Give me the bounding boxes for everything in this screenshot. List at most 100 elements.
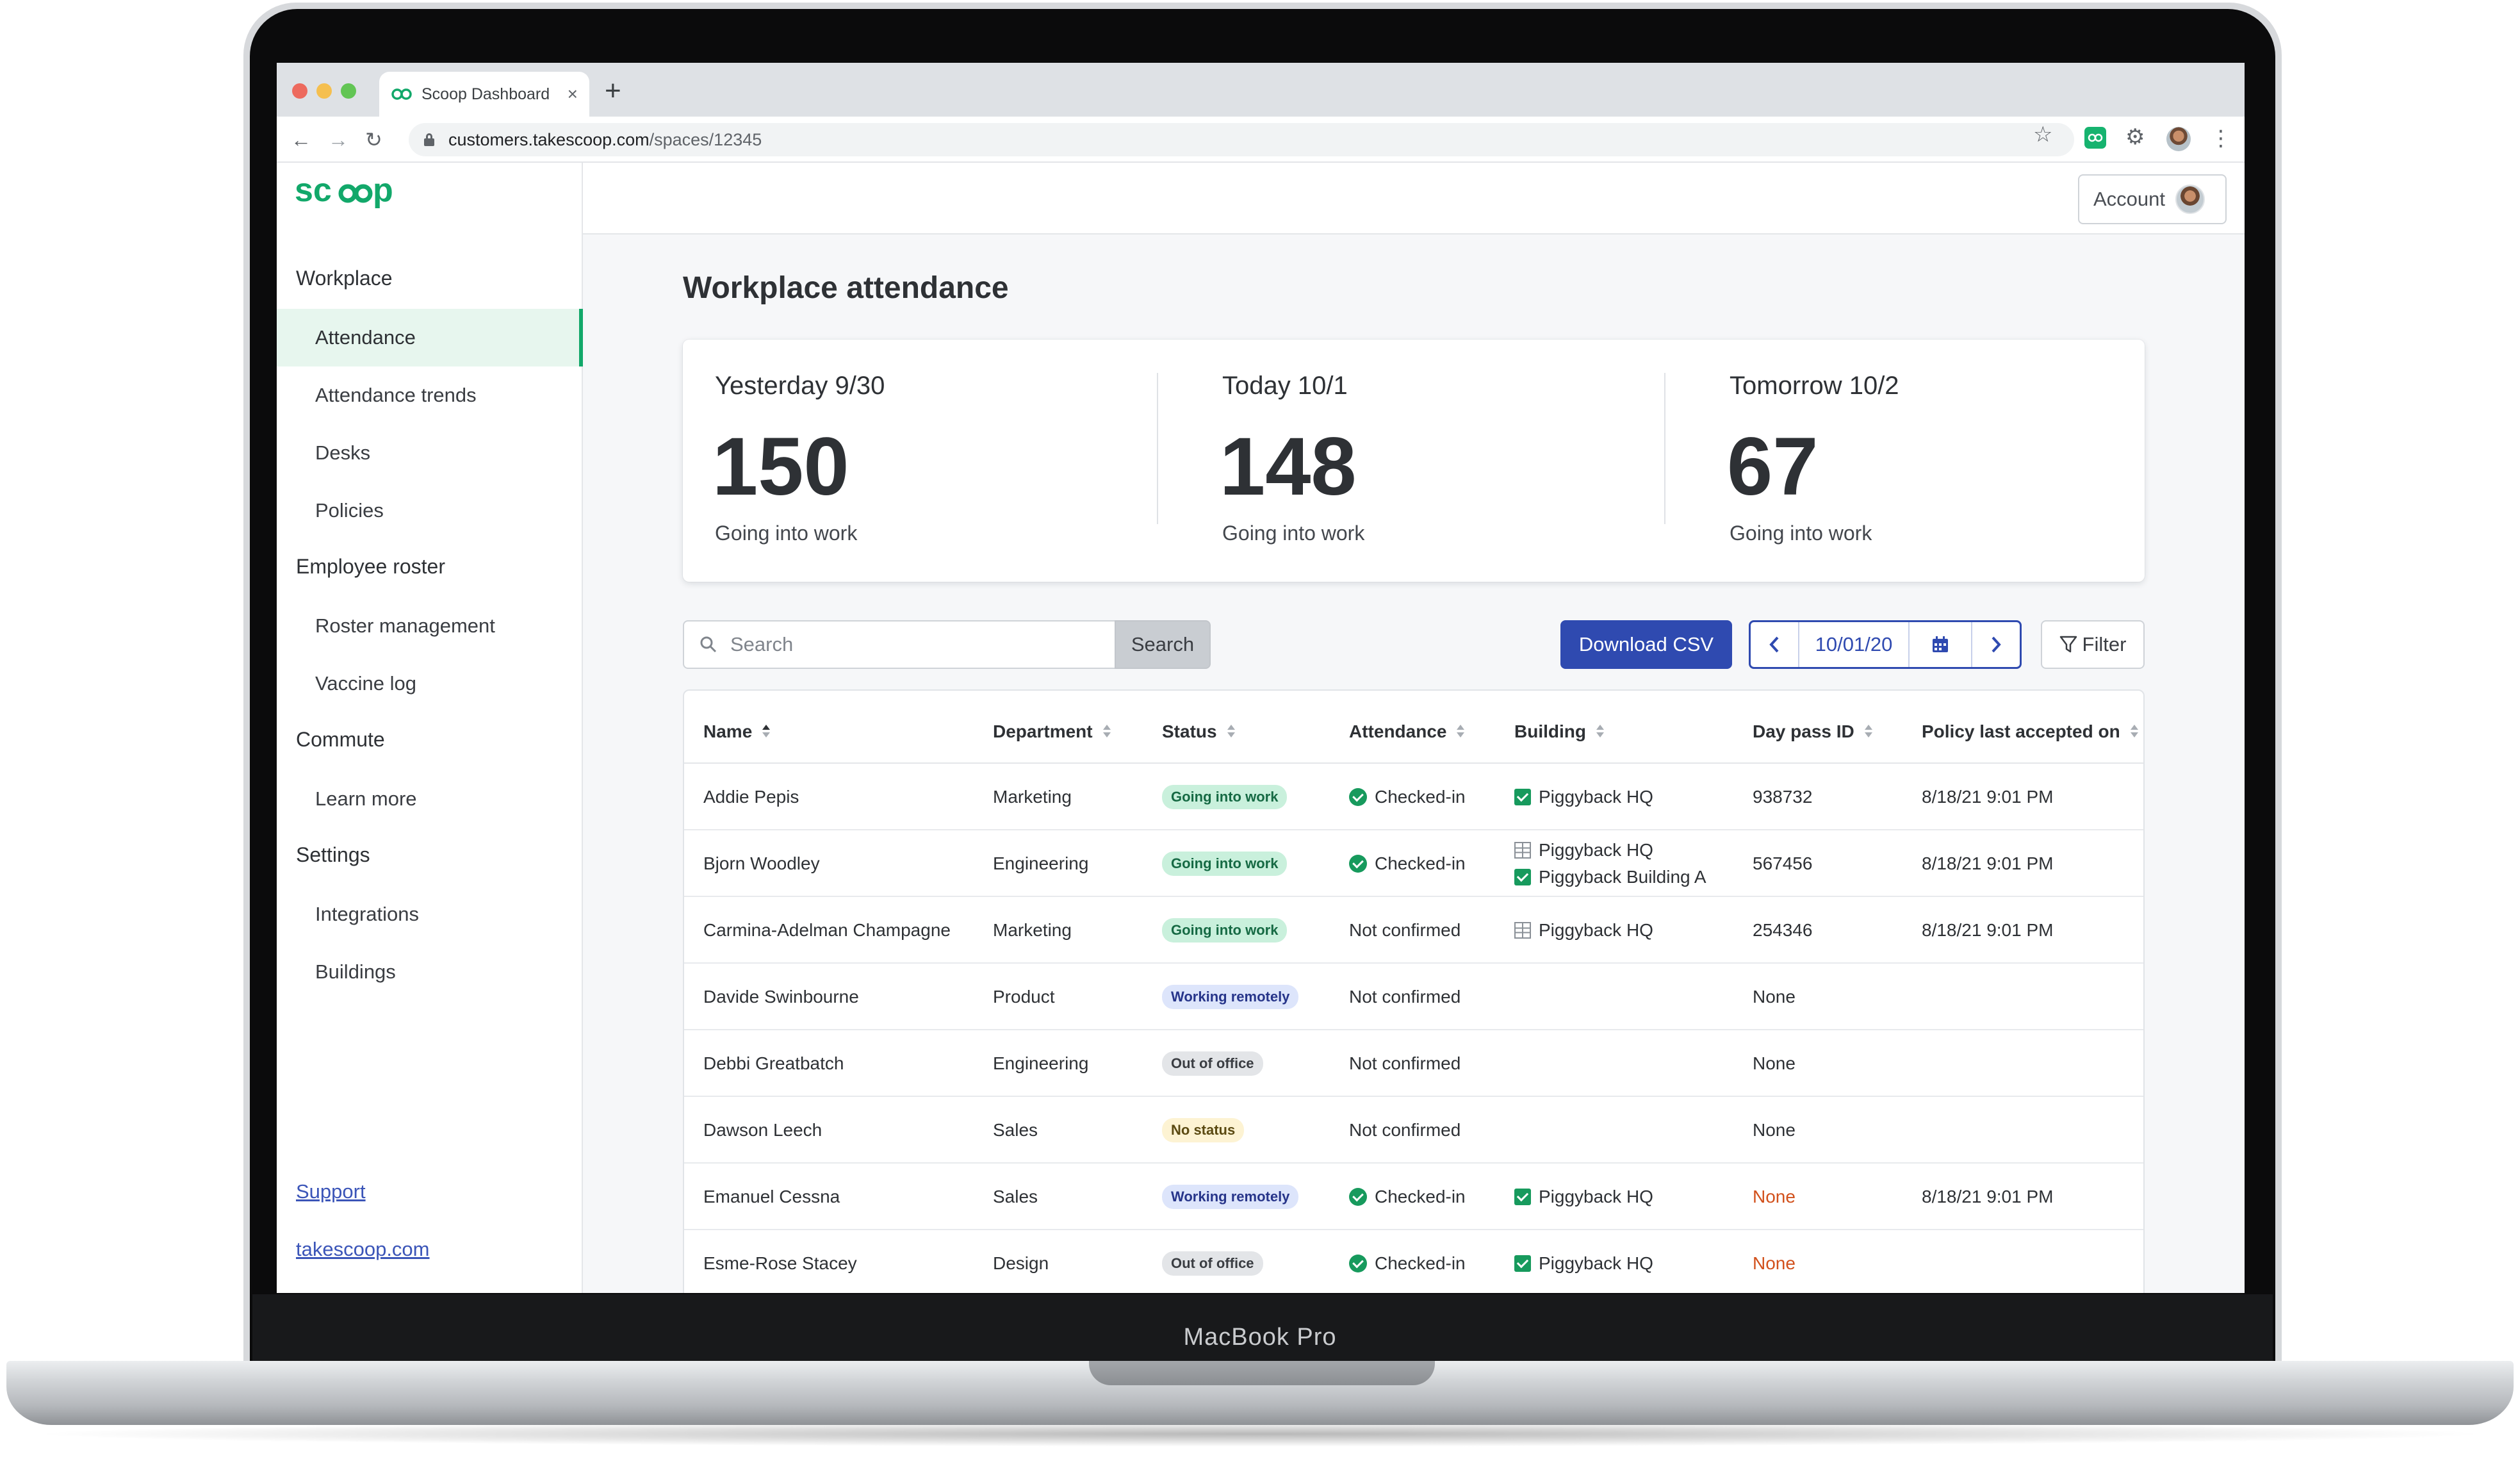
calendar-button[interactable] xyxy=(1910,622,1972,667)
building-icon xyxy=(1514,922,1531,939)
next-day-button[interactable] xyxy=(1972,622,2020,667)
stat-caption: Going into work xyxy=(1222,522,1365,545)
column-header-status[interactable]: Status xyxy=(1162,721,1236,742)
new-tab-button[interactable]: + xyxy=(605,77,621,105)
table-row[interactable]: Dawson Leech Sales No status Not confirmed N… xyxy=(684,1097,2143,1164)
building-icon xyxy=(1514,842,1531,859)
employee-name[interactable]: Esme-Rose Stacey xyxy=(703,1230,857,1293)
window-zoom-button[interactable] xyxy=(341,83,356,99)
employee-name[interactable]: Addie Pepis xyxy=(703,764,799,830)
table-row[interactable]: Davide Swinbourne Product Working remotely… xyxy=(684,964,2143,1030)
previous-day-button[interactable] xyxy=(1751,622,1798,667)
url-path: /spaces/12345 xyxy=(649,129,762,149)
building-cell: Piggyback HQ xyxy=(1514,1164,1653,1230)
check-circle-icon xyxy=(1349,855,1367,873)
tab-close-icon[interactable]: × xyxy=(568,84,578,104)
table-row[interactable]: Carmina-Adelman Champagne Marketing Going … xyxy=(684,897,2143,964)
attendance-cell: Checked-in xyxy=(1349,764,1466,830)
back-icon[interactable]: ← xyxy=(291,128,311,151)
day-pass-id: None xyxy=(1753,987,1796,1007)
sidebar-item-policies[interactable]: Policies xyxy=(277,482,583,539)
sidebar-item-roster-management[interactable]: Roster management xyxy=(277,597,583,655)
sidebar-item-buildings[interactable]: Buildings xyxy=(277,943,583,1001)
download-csv-button[interactable]: Download CSV xyxy=(1560,620,1732,669)
scoop-extension-icon[interactable] xyxy=(2084,127,2106,149)
reload-icon[interactable]: ↻ xyxy=(365,128,382,151)
sort-icon xyxy=(1455,723,1466,740)
employee-name[interactable]: Bjorn Woodley xyxy=(703,830,820,897)
sidebar-item-integrations[interactable]: Integrations xyxy=(277,885,583,943)
employee-name[interactable]: Emanuel Cessna xyxy=(703,1164,840,1230)
day-pass-id: 254346 xyxy=(1753,920,1813,940)
star-icon[interactable]: ☆ xyxy=(2033,122,2052,147)
takescoop-link[interactable]: takescoop.com xyxy=(296,1238,430,1261)
browser-tab[interactable]: Scoop Dashboard × xyxy=(379,72,589,117)
main-content: Account Workplace attendance Yesterday 9… xyxy=(583,163,2245,1293)
date-picker: 10/01/20 xyxy=(1749,620,2022,669)
search-input[interactable] xyxy=(730,633,1089,656)
search-field[interactable] xyxy=(683,620,1116,669)
support-link[interactable]: Support xyxy=(296,1180,366,1203)
attendance-status: Checked-in xyxy=(1375,853,1466,873)
forward-icon[interactable]: → xyxy=(328,128,348,151)
profile-avatar[interactable] xyxy=(2166,127,2191,151)
sidebar-item-attendance[interactable]: Attendance xyxy=(277,309,583,366)
employee-name[interactable]: Dawson Leech xyxy=(703,1097,822,1164)
stat-label: Tomorrow 10/2 xyxy=(1730,372,1899,400)
sidebar-item-learn-more[interactable]: Learn more xyxy=(277,770,583,828)
window-close-button[interactable] xyxy=(292,83,307,99)
sidebar-item-vaccine-log[interactable]: Vaccine log xyxy=(277,655,583,712)
sidebar-item-label: Integrations xyxy=(315,903,419,925)
sort-icon xyxy=(2129,723,2140,740)
attendance-cell: Checked-in xyxy=(1349,830,1466,897)
scoop-logo[interactable]: sc p xyxy=(295,172,410,213)
sidebar-item-attendance-trends[interactable]: Attendance trends xyxy=(277,366,583,424)
table-row[interactable]: Emanuel Cessna Sales Working remotely Check… xyxy=(684,1164,2143,1230)
department: Engineering xyxy=(993,853,1089,873)
date-value[interactable]: 10/01/20 xyxy=(1798,622,1910,667)
column-header-name[interactable]: Name xyxy=(703,721,771,742)
employee-name[interactable]: Carmina-Adelman Champagne xyxy=(703,897,951,964)
status-badge: Going into work xyxy=(1162,852,1288,876)
account-avatar xyxy=(2175,185,2205,214)
day-pass-id: None xyxy=(1753,1120,1796,1140)
attendance-status: Checked-in xyxy=(1375,1253,1466,1273)
employee-name[interactable]: Debbi Greatbatch xyxy=(703,1030,844,1097)
puzzle-icon[interactable]: ⚙ xyxy=(2125,124,2145,150)
calendar-icon xyxy=(1933,636,1948,652)
column-header-attendance[interactable]: Attendance xyxy=(1349,721,1466,742)
checkbox-checked-icon xyxy=(1514,1255,1531,1272)
stat-value: 148 xyxy=(1220,421,1357,513)
filter-button[interactable]: Filter xyxy=(2041,620,2145,669)
status-cell: No status xyxy=(1162,1097,1245,1164)
stat-tomorrow: Tomorrow 10/2 67 Going into work xyxy=(1698,340,2184,582)
tab-title: Scoop Dashboard xyxy=(421,85,550,103)
employee-name[interactable]: Davide Swinbourne xyxy=(703,964,859,1030)
department: Sales xyxy=(993,1120,1038,1140)
building-name: Piggyback HQ xyxy=(1539,1253,1653,1273)
column-header-building[interactable]: Building xyxy=(1514,721,1605,742)
column-header-department[interactable]: Department xyxy=(993,721,1112,742)
window-minimize-button[interactable] xyxy=(316,83,332,99)
day-pass-id: 938732 xyxy=(1753,787,1813,807)
column-header-day-pass-id[interactable]: Day pass ID xyxy=(1753,721,1874,742)
policy-accepted: 8/18/21 9:01 PM xyxy=(1922,853,2054,873)
column-label: Building xyxy=(1514,721,1586,741)
table-row[interactable]: Addie Pepis Marketing Going into work Check… xyxy=(684,764,2143,830)
stat-value: 150 xyxy=(712,421,849,513)
table-row[interactable]: Esme-Rose Stacey Design Out of office Check… xyxy=(684,1230,2143,1293)
column-header-policy[interactable]: Policy last accepted on xyxy=(1922,721,2140,742)
sidebar-item-label: Roster management xyxy=(315,614,495,637)
table-row[interactable]: Debbi Greatbatch Engineering Out of office… xyxy=(684,1030,2143,1097)
status-cell: Out of office xyxy=(1162,1030,1263,1097)
search-button[interactable]: Search xyxy=(1115,620,1211,669)
account-button[interactable]: Account xyxy=(2078,174,2227,224)
attendance-status: Not confirmed xyxy=(1349,1120,1461,1140)
kebab-menu-icon[interactable]: ⋮ xyxy=(2210,126,2232,151)
day-pass-id: 567456 xyxy=(1753,853,1813,873)
table-row[interactable]: Bjorn Woodley Engineering Going into work C… xyxy=(684,830,2143,897)
address-bar[interactable]: customers.takescoop.com/spaces/12345 xyxy=(409,123,2074,156)
sidebar-item-desks[interactable]: Desks xyxy=(277,424,583,482)
building-list: Piggyback HQ Piggyback Building A xyxy=(1514,837,1706,891)
check-circle-icon xyxy=(1349,788,1367,806)
